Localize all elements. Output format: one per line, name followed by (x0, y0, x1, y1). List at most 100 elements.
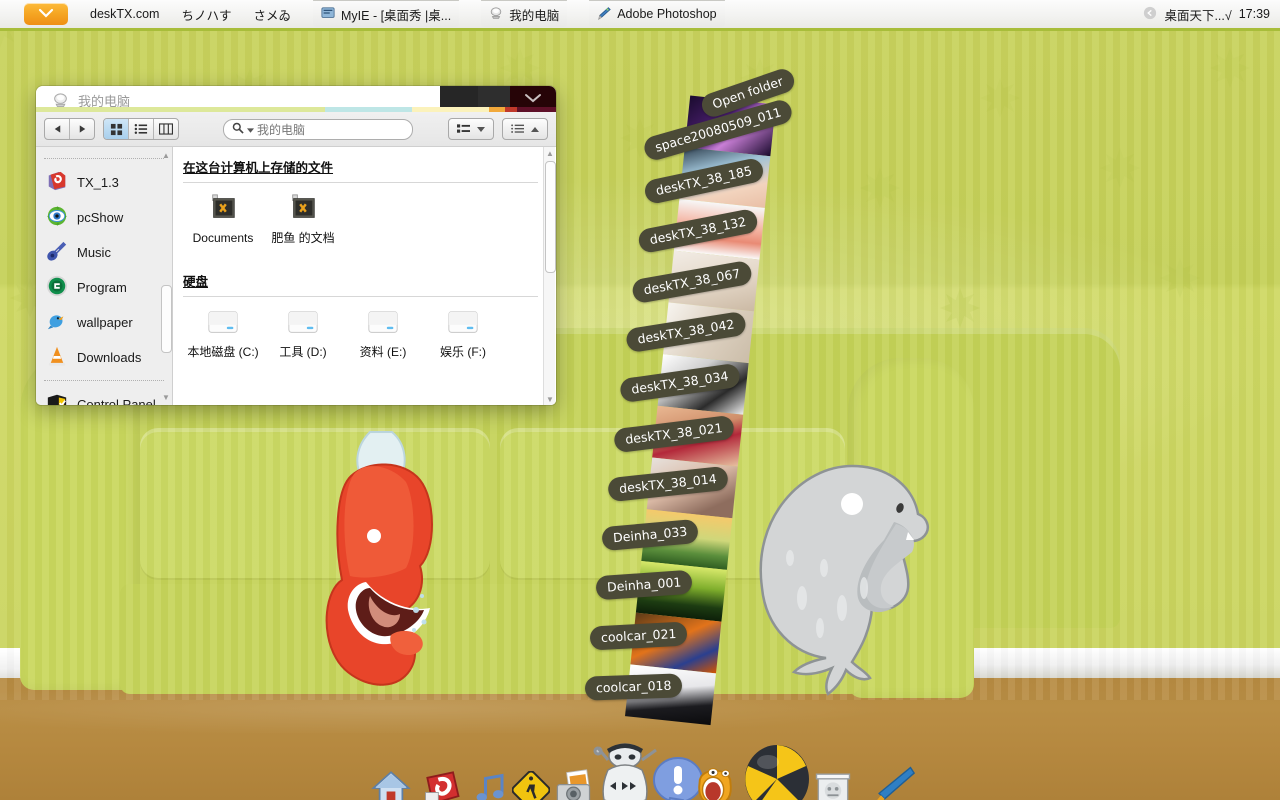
taskbar-window-computer[interactable]: 我的电脑 (481, 0, 568, 27)
sidebar-scroll-thumb[interactable] (161, 285, 172, 353)
file-item[interactable]: 工具 (D:) (267, 307, 339, 359)
taskbar[interactable]: deskTX.com ちノハす さメゐ MyIE - [桌面秀 |桌... 我的… (0, 0, 1280, 31)
caret-down-icon[interactable]: ▼ (162, 393, 170, 402)
column-view-icon[interactable] (154, 119, 178, 139)
content-pane[interactable]: 在这台计算机上存储的文件 Documents 肥鱼 的文档硬盘本地磁盘 (C:) 工具… (173, 147, 556, 405)
accent-segment (489, 107, 505, 112)
search-input[interactable]: 我的电脑 (223, 118, 413, 140)
window-toolbar[interactable]: 我的电脑 (36, 112, 556, 147)
eye-icon (46, 205, 68, 230)
file-item-label: Documents (192, 231, 254, 245)
accent-segment (517, 107, 556, 112)
search-value: 我的电脑 (257, 122, 306, 137)
item-grid: Documents 肥鱼 的文档 (173, 183, 556, 245)
gray-monster-character (759, 464, 930, 696)
computer-icon (489, 6, 503, 23)
file-item-label: 工具 (D:) (279, 345, 327, 360)
arrange-button[interactable] (448, 118, 494, 140)
tray-clock[interactable]: 17:39 (1239, 7, 1270, 21)
window-titlebar[interactable]: 我的电脑 (36, 86, 556, 112)
taskbar-window-myie[interactable]: MyIE - [桌面秀 |桌... (313, 0, 460, 27)
chevron-down-icon (523, 92, 543, 107)
sidebar-item-downloads[interactable]: Downloads (36, 340, 172, 375)
forward-button[interactable] (70, 119, 94, 139)
content-scrollbar[interactable]: ▲ ▼ (543, 147, 556, 405)
sidebar-item-wallpaper[interactable]: wallpaper (36, 305, 172, 340)
file-item-label: 本地磁盘 (C:) (187, 345, 259, 360)
section-title: 硬盘 (183, 275, 209, 290)
blue-bird-icon (46, 310, 68, 335)
photoshop-icon (597, 6, 611, 23)
file-item[interactable]: 娱乐 (F:) (427, 307, 499, 359)
window-body: TX_1.3 pcShow Music Program wallpaper Downloa… (36, 147, 556, 405)
hard-drive-icon (347, 307, 419, 340)
file-item[interactable]: Documents (187, 193, 259, 245)
item-grid: 本地磁盘 (C:) 工具 (D:) 资料 (E:) 娱乐 (F:) (173, 297, 556, 359)
file-item-label: 娱乐 (F:) (440, 345, 486, 360)
myie-icon (321, 6, 335, 23)
sidebar-scroll-track[interactable] (161, 165, 172, 388)
taskbar-window-photoshop[interactable]: Adobe Photoshop (589, 0, 725, 27)
circle-left-icon[interactable] (1143, 6, 1157, 23)
caret-up-icon[interactable]: ▲ (162, 151, 170, 160)
dock-item-red-bag-icon[interactable] (420, 765, 464, 800)
window-accent-strip (36, 107, 556, 112)
guitar-icon (46, 240, 68, 265)
section-title: 在这台计算机上存储的文件 (183, 161, 334, 175)
content-scroll-thumb[interactable] (545, 161, 556, 273)
caret-down-icon[interactable]: ▼ (546, 395, 554, 404)
sidebar-item-program[interactable]: Program (36, 270, 172, 305)
taskbar-quicklink-1[interactable]: さメゐ (253, 5, 291, 24)
sidebar-item-label: Music (77, 245, 111, 260)
control-panel-icon (46, 392, 68, 405)
documents-folder-icon (267, 193, 339, 226)
explorer-window[interactable]: 我的电脑 我的电脑 TX_1.3 pcShow Music Program wa… (36, 86, 556, 405)
hard-drive-icon (187, 307, 259, 340)
file-item[interactable]: 肥鱼 的文档 (267, 193, 339, 245)
dock-item-pedestrian-sign-icon[interactable] (511, 770, 551, 800)
dock-item-yellow-monster-icon[interactable] (690, 759, 740, 800)
dock[interactable] (352, 722, 932, 800)
grid-view-icon[interactable] (104, 119, 129, 139)
taskbar-brand[interactable]: deskTX.com (90, 7, 159, 21)
file-item[interactable]: 本地磁盘 (C:) (187, 307, 259, 359)
sidebar[interactable]: TX_1.3 pcShow Music Program wallpaper Downloa… (36, 147, 173, 405)
list-view-icon[interactable] (129, 119, 154, 139)
system-tray[interactable]: 桌面天下...√ 17:39 (1143, 5, 1280, 24)
file-item-label: 肥鱼 的文档 (271, 231, 335, 245)
accent-segment (412, 107, 490, 112)
taskbar-quicklink-0[interactable]: ちノハす (181, 5, 231, 24)
sidebar-item-tx-1-3[interactable]: TX_1.3 (36, 165, 172, 200)
file-item-label: 资料 (E:) (359, 345, 407, 360)
search-icon (232, 122, 244, 137)
dock-item-trash-icon[interactable] (810, 765, 856, 800)
photo-label[interactable]: coolcar_021 (589, 621, 688, 651)
dock-item-paintbrush-icon[interactable] (868, 763, 916, 800)
sidebar-item-label: wallpaper (77, 315, 133, 330)
taskbar-window-label: Adobe Photoshop (617, 7, 717, 21)
back-button[interactable] (45, 119, 70, 139)
dock-item-radiation-ball-icon[interactable] (744, 744, 810, 800)
sidebar-item-pcshow[interactable]: pcShow (36, 200, 172, 235)
sidebar-divider-top (44, 158, 164, 160)
file-item[interactable]: 资料 (E:) (347, 307, 419, 359)
view-mode-buttons[interactable] (103, 118, 179, 140)
sidebar-scrollbar[interactable]: ▲ ▼ (161, 151, 172, 402)
caret-up-icon[interactable]: ▲ (546, 149, 554, 158)
tray-app-label[interactable]: 桌面天下...√ (1164, 5, 1231, 24)
sidebar-item-music[interactable]: Music (36, 235, 172, 270)
dock-item-music-note-icon[interactable] (472, 769, 508, 800)
sidebar-divider (44, 380, 164, 382)
sidebar-item-label: Control Panel (77, 397, 156, 405)
search-caret-icon[interactable] (247, 122, 254, 136)
hard-drive-icon (267, 307, 339, 340)
documents-folder-icon (187, 193, 259, 226)
group-button[interactable] (502, 118, 548, 140)
dock-item-robot-player-icon[interactable] (590, 736, 660, 800)
start-button[interactable] (24, 3, 68, 25)
sidebar-item-control-panel[interactable]: Control Panel (36, 387, 172, 405)
photo-label[interactable]: coolcar_018 (584, 672, 683, 701)
navigation-buttons[interactable] (44, 118, 95, 140)
dock-item-home-icon[interactable] (370, 767, 412, 800)
green-disc-icon (46, 275, 68, 300)
